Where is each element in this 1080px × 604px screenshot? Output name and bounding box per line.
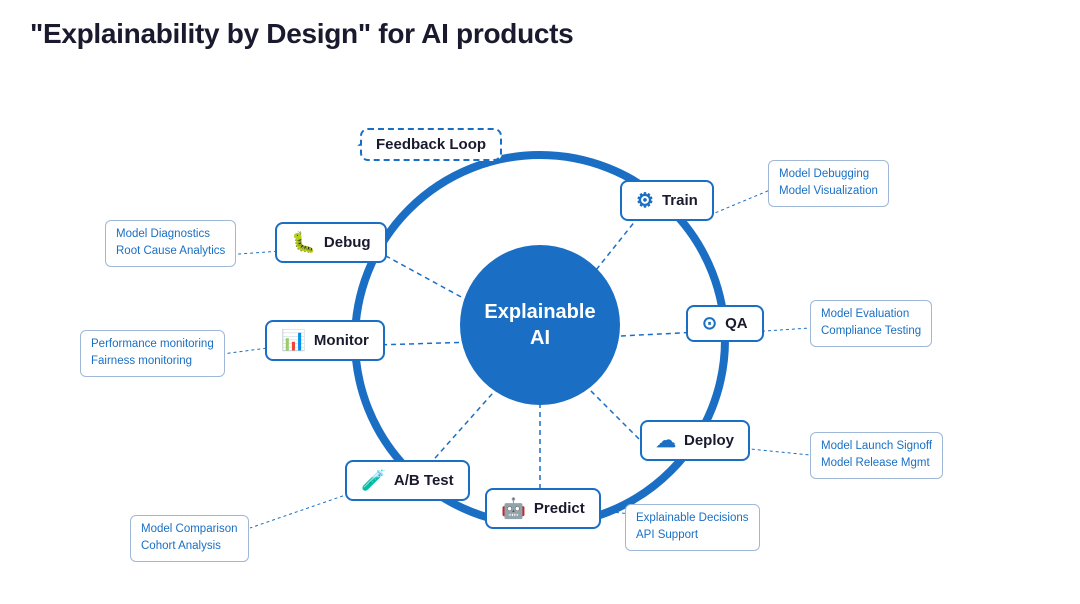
infobox-train: Model Debugging Model Visualization bbox=[768, 160, 889, 207]
infobox-qa-line1: Model Evaluation bbox=[821, 306, 921, 323]
abtest-label: A/B Test bbox=[394, 472, 454, 489]
node-predict: 🤖 Predict bbox=[485, 488, 601, 529]
qa-icon: ⊙ bbox=[702, 313, 717, 334]
infobox-monitor-line2: Fairness monitoring bbox=[91, 353, 214, 370]
deploy-label: Deploy bbox=[684, 432, 734, 449]
node-deploy: ☁ Deploy bbox=[640, 420, 750, 461]
center-circle: Explainable AI bbox=[460, 245, 620, 405]
monitor-icon: 📊 bbox=[281, 328, 306, 353]
feedback-label: Feedback Loop bbox=[376, 136, 486, 153]
infobox-qa: Model Evaluation Compliance Testing bbox=[810, 300, 932, 347]
infobox-monitor-line1: Performance monitoring bbox=[91, 336, 214, 353]
infobox-train-line1: Model Debugging bbox=[779, 166, 878, 183]
node-debug: 🐛 Debug bbox=[275, 222, 387, 263]
center-label-line1: Explainable bbox=[484, 299, 595, 325]
diagram: Explainable AI Feedback Loop ⚙ Train Mod… bbox=[50, 60, 1030, 590]
infobox-deploy-line2: Model Release Mgmt bbox=[821, 455, 932, 472]
infobox-predict: Explainable Decisions API Support bbox=[625, 504, 760, 551]
infobox-monitor: Performance monitoring Fairness monitori… bbox=[80, 330, 225, 377]
predict-icon: 🤖 bbox=[501, 496, 526, 521]
train-label: Train bbox=[662, 192, 698, 209]
debug-icon: 🐛 bbox=[291, 230, 316, 255]
page-title: "Explainability by Design" for AI produc… bbox=[30, 18, 573, 50]
train-icon: ⚙ bbox=[636, 188, 654, 213]
monitor-label: Monitor bbox=[314, 332, 369, 349]
infobox-train-line2: Model Visualization bbox=[779, 183, 878, 200]
abtest-icon: 🧪 bbox=[361, 468, 386, 493]
debug-label: Debug bbox=[324, 234, 371, 251]
infobox-abtest: Model Comparison Cohort Analysis bbox=[130, 515, 249, 562]
infobox-debug-line2: Root Cause Analytics bbox=[116, 243, 225, 260]
infobox-predict-line1: Explainable Decisions bbox=[636, 510, 749, 527]
infobox-predict-line2: API Support bbox=[636, 527, 749, 544]
infobox-abtest-line1: Model Comparison bbox=[141, 521, 238, 538]
infobox-qa-line2: Compliance Testing bbox=[821, 323, 921, 340]
node-monitor: 📊 Monitor bbox=[265, 320, 385, 361]
infobox-abtest-line2: Cohort Analysis bbox=[141, 538, 238, 555]
node-abtest: 🧪 A/B Test bbox=[345, 460, 470, 501]
predict-label: Predict bbox=[534, 500, 585, 517]
center-label-line2: AI bbox=[530, 325, 550, 351]
infobox-debug: Model Diagnostics Root Cause Analytics bbox=[105, 220, 236, 267]
qa-label: QA bbox=[725, 315, 748, 332]
node-feedback: Feedback Loop bbox=[360, 128, 502, 161]
node-qa: ⊙ QA bbox=[686, 305, 764, 342]
infobox-debug-line1: Model Diagnostics bbox=[116, 226, 225, 243]
infobox-deploy-line1: Model Launch Signoff bbox=[821, 438, 932, 455]
deploy-icon: ☁ bbox=[656, 428, 676, 453]
node-train: ⚙ Train bbox=[620, 180, 714, 221]
infobox-deploy: Model Launch Signoff Model Release Mgmt bbox=[810, 432, 943, 479]
